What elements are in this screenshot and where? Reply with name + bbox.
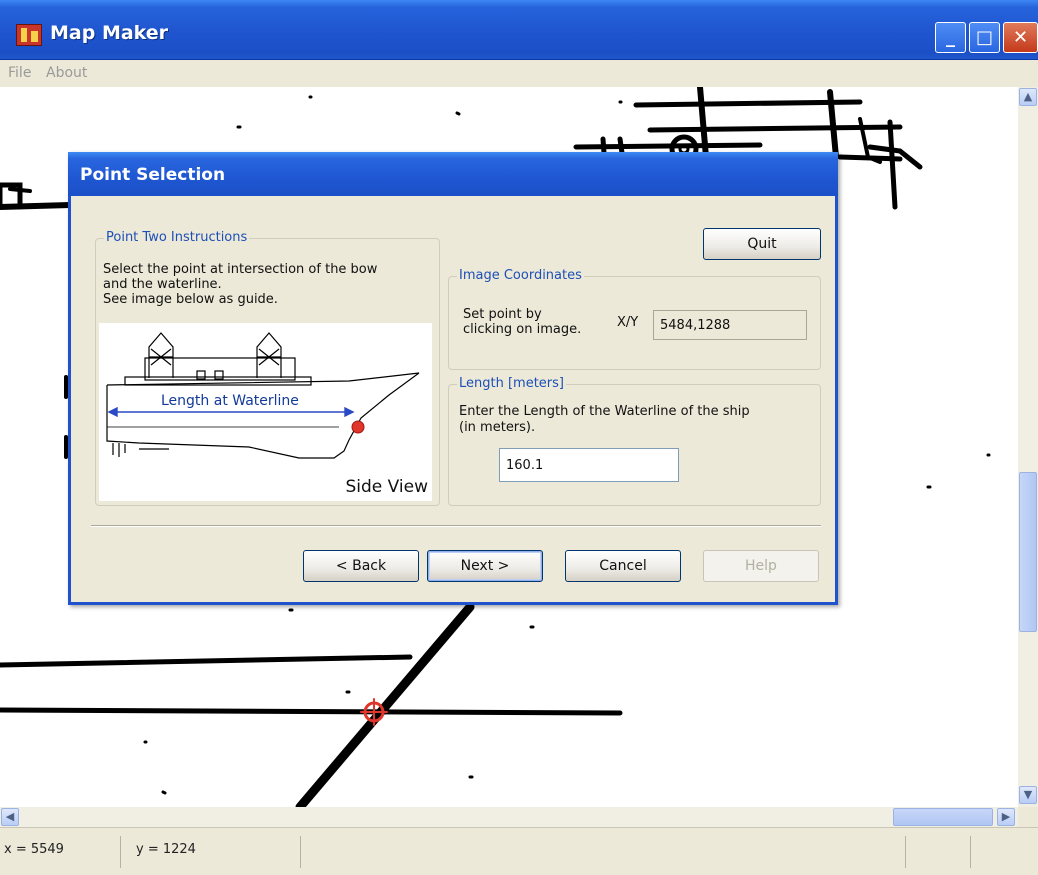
ship-side-view-diagram — [106, 332, 420, 459]
quit-button[interactable]: Quit — [703, 228, 821, 260]
guide-image: Length at Waterline Side View — [99, 323, 432, 501]
length-group: Length [meters] — [448, 376, 821, 506]
scroll-left-icon[interactable]: ◀ — [1, 808, 19, 826]
coords-hint-line-2: clicking on image. — [463, 322, 582, 337]
status-separator — [970, 836, 971, 868]
horizontal-scroll-thumb[interactable] — [893, 808, 993, 826]
cancel-button[interactable]: Cancel — [565, 550, 681, 582]
instruction-line-2: and the waterline. — [103, 277, 222, 292]
dialog-title: Point Selection — [68, 152, 838, 196]
dialog-separator — [91, 525, 821, 527]
menu-about[interactable]: About — [46, 65, 87, 81]
scroll-down-icon[interactable]: ▼ — [1019, 786, 1037, 804]
status-separator — [905, 836, 906, 868]
waterline-label: Length at Waterline — [161, 393, 299, 409]
instructions-group-label: Point Two Instructions — [104, 230, 250, 245]
waterline-length-input[interactable] — [499, 448, 679, 482]
help-button: Help — [703, 550, 819, 582]
xy-label: X/Y — [617, 315, 639, 330]
instruction-line-3: See image below as guide. — [103, 292, 278, 307]
vertical-scrollbar[interactable]: ▲ ▼ — [1018, 87, 1038, 807]
image-coordinates-label: Image Coordinates — [457, 268, 584, 283]
back-button[interactable]: < Back — [303, 550, 419, 582]
maximize-button[interactable]: □ — [969, 22, 1000, 53]
close-button[interactable]: ✕ — [1003, 22, 1038, 53]
length-prompt-line-1: Enter the Length of the Waterline of the… — [459, 404, 750, 419]
point-selection-dialog: Point Selection Point Two Instructions S… — [68, 152, 838, 605]
length-group-label: Length [meters] — [457, 376, 566, 391]
horizontal-scrollbar[interactable]: ◀ ▶ — [0, 807, 1018, 827]
instruction-line-1: Select the point at intersection of the … — [103, 262, 378, 277]
minimize-button[interactable]: _ — [935, 22, 966, 53]
side-view-caption: Side View — [345, 477, 428, 497]
window-titlebar: Map Maker _ □ ✕ — [0, 0, 1038, 60]
status-separator — [300, 836, 301, 868]
menu-file[interactable]: File — [8, 65, 31, 81]
vertical-scroll-thumb[interactable] — [1019, 472, 1037, 632]
window-title: Map Maker — [50, 22, 169, 44]
coords-hint-line-1: Set point by — [463, 307, 542, 322]
status-bar: x = 5549 y = 1224 — [0, 827, 1038, 875]
scroll-right-icon[interactable]: ▶ — [997, 808, 1015, 826]
menubar: File About — [0, 60, 1038, 87]
xy-coordinates-field — [653, 310, 807, 340]
scroll-up-icon[interactable]: ▲ — [1019, 88, 1037, 106]
next-button[interactable]: Next > — [427, 550, 543, 582]
status-y: y = 1224 — [136, 842, 196, 857]
status-x: x = 5549 — [4, 842, 64, 857]
length-prompt-line-2: (in meters). — [459, 420, 536, 435]
status-separator — [120, 836, 121, 868]
app-icon — [16, 24, 42, 46]
